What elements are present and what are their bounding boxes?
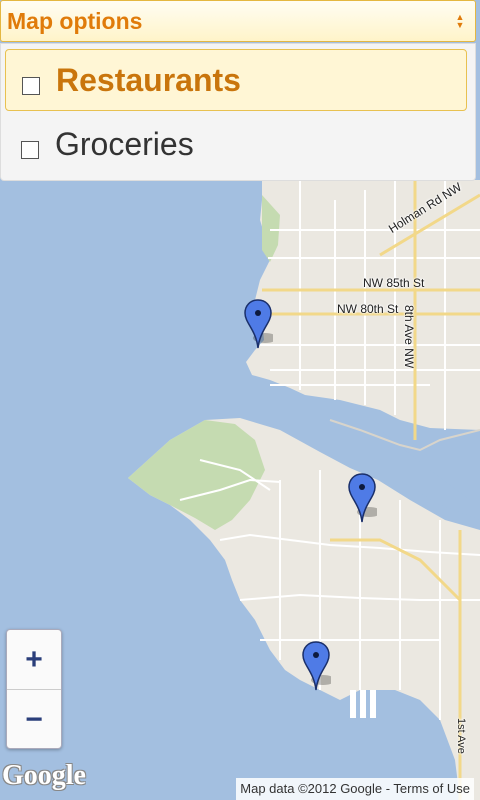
marker-pin-icon[interactable] bbox=[347, 472, 377, 526]
option-restaurants[interactable]: Restaurants bbox=[5, 49, 467, 111]
google-logo: Google bbox=[2, 760, 86, 791]
option-label: Restaurants bbox=[56, 61, 241, 98]
restaurants-checkbox[interactable] bbox=[22, 77, 40, 95]
map-options-dropdown[interactable]: Map options ▲ ▼ bbox=[0, 0, 476, 42]
option-groceries[interactable]: Groceries bbox=[5, 113, 467, 175]
map-attribution[interactable]: Map data ©2012 Google - Terms of Use bbox=[236, 778, 474, 800]
road-label-1st-ave: 1st Ave bbox=[455, 718, 467, 754]
groceries-checkbox[interactable] bbox=[21, 141, 39, 159]
option-label: Groceries bbox=[55, 125, 194, 162]
marker-pin-icon[interactable] bbox=[243, 298, 273, 352]
zoom-out-button[interactable]: − bbox=[7, 690, 61, 749]
dropdown-title: Map options bbox=[7, 7, 143, 34]
dropdown-arrows-icon: ▲ ▼ bbox=[455, 12, 465, 30]
road-label-nw80: NW 80th St bbox=[337, 302, 399, 316]
marker-pin-icon[interactable] bbox=[301, 640, 331, 694]
zoom-control: + − bbox=[6, 629, 62, 749]
options-panel: Restaurants Groceries bbox=[0, 43, 476, 181]
road-label-8th-ave: 8th Ave NW bbox=[402, 305, 416, 369]
zoom-in-button[interactable]: + bbox=[7, 630, 61, 689]
road-label-nw85: NW 85th St bbox=[363, 276, 425, 290]
